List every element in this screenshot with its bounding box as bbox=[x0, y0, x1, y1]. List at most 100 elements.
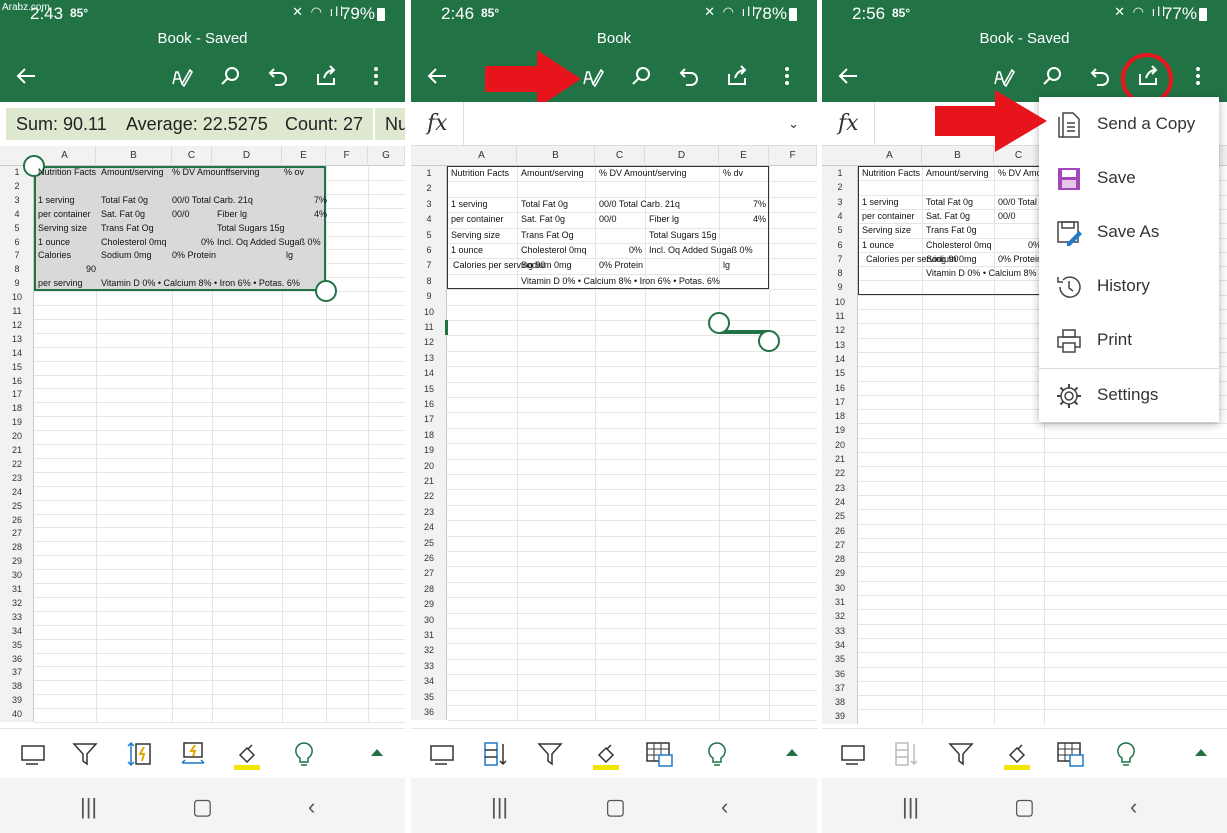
more-options-icon[interactable] bbox=[364, 64, 388, 88]
row-header-15[interactable]: 15 bbox=[0, 361, 34, 375]
expand-up-icon[interactable] bbox=[785, 747, 799, 757]
cell[interactable]: Vitamin D 0% • Calcium 8% • Iron 6% • Po… bbox=[99, 277, 300, 291]
column-header-g[interactable]: G bbox=[368, 146, 405, 166]
row-header-13[interactable]: 13 bbox=[411, 351, 447, 366]
back-arrow-icon[interactable] bbox=[425, 64, 449, 88]
cell[interactable]: Cholesterol 0mq bbox=[924, 238, 992, 252]
edit-pen-icon[interactable] bbox=[170, 64, 194, 88]
cell[interactable]: Total Fat 0g bbox=[519, 197, 568, 212]
cell[interactable]: Serving size bbox=[449, 228, 500, 243]
cell[interactable]: Sat. Fat 0g bbox=[519, 212, 565, 227]
cell[interactable]: per container bbox=[36, 208, 91, 222]
row-header-19[interactable]: 19 bbox=[411, 443, 447, 458]
row-header-33[interactable]: 33 bbox=[411, 659, 447, 674]
cell[interactable]: Amount/serving bbox=[519, 166, 584, 181]
column-header-b[interactable]: B bbox=[517, 146, 595, 166]
fill-color-icon[interactable] bbox=[232, 741, 262, 771]
expand-up-icon[interactable] bbox=[370, 747, 384, 757]
row-header-38[interactable]: 38 bbox=[822, 695, 858, 709]
row-header-18[interactable]: 18 bbox=[822, 409, 858, 423]
row-header-28[interactable]: 28 bbox=[0, 541, 34, 555]
row-header-8[interactable]: 8 bbox=[822, 266, 858, 280]
cell[interactable]: Amount/serving bbox=[99, 166, 164, 180]
row-header-25[interactable]: 25 bbox=[822, 509, 858, 523]
cell[interactable]: 00/0 bbox=[996, 209, 1016, 223]
cell[interactable]: Nutrition Facts bbox=[449, 166, 509, 181]
cell[interactable]: Trans Fat Og bbox=[99, 222, 154, 236]
row-header-31[interactable]: 31 bbox=[411, 628, 447, 643]
cell[interactable]: Total Sugars 15g bbox=[647, 228, 717, 243]
more-options-icon[interactable] bbox=[1186, 64, 1210, 88]
cell[interactable]: 7% bbox=[312, 194, 327, 208]
cell[interactable]: 00/0 Total Carb. 21q bbox=[597, 197, 680, 212]
row-header-36[interactable]: 36 bbox=[411, 705, 447, 720]
more-options-icon[interactable] bbox=[775, 64, 799, 88]
row-header-1[interactable]: 1 bbox=[411, 166, 447, 181]
row-header-7[interactable]: 7 bbox=[411, 258, 447, 273]
search-icon[interactable] bbox=[1040, 64, 1064, 88]
row-header-34[interactable]: 34 bbox=[822, 638, 858, 652]
recents-icon[interactable]: ||| bbox=[902, 794, 919, 820]
cell[interactable]: 1 ounce bbox=[860, 238, 894, 252]
spreadsheet-grid[interactable]: A B C D E F 1 2 3 4 5 6 7 8 9 10 11 12 13 14 15 16 17 18 19 20 21 2… bbox=[411, 146, 817, 724]
row-header-6[interactable]: 6 bbox=[0, 236, 34, 250]
cell[interactable]: 1 ounce bbox=[449, 243, 483, 258]
cell[interactable]: 1 serving bbox=[36, 194, 75, 208]
row-header-9[interactable]: 9 bbox=[411, 289, 447, 304]
cell[interactable]: % DV Amounffserving bbox=[170, 166, 259, 180]
cell[interactable]: Sat. Fat 0g bbox=[99, 208, 145, 222]
row-header-30[interactable]: 30 bbox=[822, 581, 858, 595]
row-header-39[interactable]: 39 bbox=[822, 709, 858, 723]
cell-styles-icon[interactable] bbox=[645, 741, 673, 767]
home-icon[interactable]: ▢ bbox=[1014, 794, 1035, 820]
row-header-27[interactable]: 27 bbox=[411, 566, 447, 581]
search-icon[interactable] bbox=[629, 64, 653, 88]
share-icon[interactable] bbox=[314, 64, 338, 88]
cell[interactable]: 0% Protein bbox=[597, 258, 643, 273]
cell[interactable]: Trans Fat Og bbox=[519, 228, 574, 243]
cell[interactable]: Nutrition Facts bbox=[36, 166, 96, 180]
home-icon[interactable]: ▢ bbox=[192, 794, 213, 820]
cell[interactable]: 0% Protein bbox=[170, 249, 216, 263]
row-header-3[interactable]: 3 bbox=[411, 197, 447, 212]
average-chip[interactable]: Average: 22.5275 bbox=[116, 108, 278, 140]
column-header-b[interactable]: B bbox=[96, 146, 172, 166]
cell[interactable]: Sodium 0mg bbox=[924, 252, 977, 266]
row-header-35[interactable]: 35 bbox=[822, 652, 858, 666]
row-header-6[interactable]: 6 bbox=[411, 243, 447, 258]
row-header-17[interactable]: 17 bbox=[411, 412, 447, 427]
cell[interactable]: Incl. Oq Added Sugaß 0% bbox=[215, 236, 321, 250]
row-header-19[interactable]: 19 bbox=[822, 423, 858, 437]
column-header-f[interactable]: F bbox=[769, 146, 817, 166]
recents-icon[interactable]: ||| bbox=[80, 794, 97, 820]
row-header-12[interactable]: 12 bbox=[411, 335, 447, 350]
cell[interactable]: Trans Fat 0g bbox=[924, 223, 977, 237]
row-header-17[interactable]: 17 bbox=[0, 388, 34, 402]
sort-icon[interactable] bbox=[483, 741, 509, 767]
cell[interactable]: Vitamin D 0% • Calcium 8% • Iron 6% • Po… bbox=[519, 274, 720, 289]
cell[interactable]: % dv bbox=[721, 166, 743, 181]
column-header-d[interactable]: D bbox=[645, 146, 719, 166]
cell[interactable]: 00/0 bbox=[170, 208, 190, 222]
numerical-count-chip[interactable]: Nu bbox=[375, 108, 405, 140]
menu-item-history[interactable]: History bbox=[1039, 259, 1219, 313]
column-header-c[interactable]: C bbox=[172, 146, 212, 166]
cell[interactable]: Sodium 0mg bbox=[99, 249, 152, 263]
row-header-2[interactable]: 2 bbox=[822, 180, 858, 194]
sort-icon[interactable] bbox=[894, 741, 920, 767]
cell[interactable]: Calories bbox=[36, 249, 71, 263]
fill-color-icon[interactable] bbox=[591, 741, 621, 771]
cell[interactable]: per serving bbox=[36, 277, 83, 291]
lightbulb-icon[interactable] bbox=[292, 741, 316, 767]
row-header-10[interactable]: 10 bbox=[822, 295, 858, 309]
cell[interactable]: 00/0 Total Carb. 21q bbox=[170, 194, 253, 208]
cell[interactable]: lg bbox=[721, 258, 730, 273]
cell[interactable]: 4% bbox=[751, 212, 766, 227]
row-header-35[interactable]: 35 bbox=[0, 639, 34, 653]
menu-item-save[interactable]: Save bbox=[1039, 151, 1219, 205]
undo-icon[interactable] bbox=[1088, 64, 1112, 88]
row-header-8[interactable]: 8 bbox=[411, 274, 447, 289]
cell[interactable]: 4% bbox=[312, 208, 327, 222]
row-header-29[interactable]: 29 bbox=[822, 566, 858, 580]
row-header-35[interactable]: 35 bbox=[411, 690, 447, 705]
